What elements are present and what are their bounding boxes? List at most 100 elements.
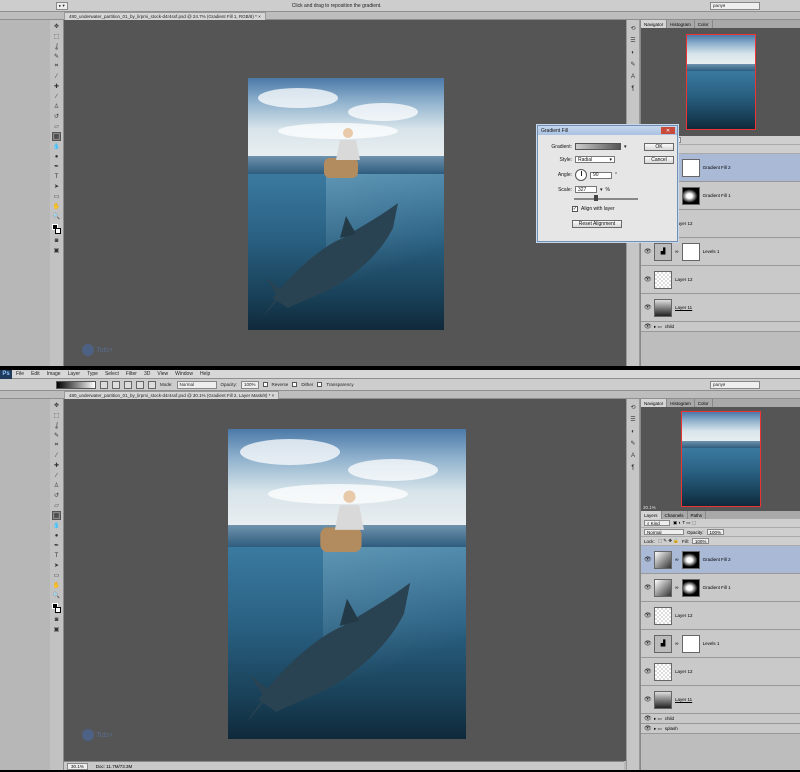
- layer-row[interactable]: 👁 Layer 11: [641, 686, 800, 714]
- document-image[interactable]: [228, 429, 466, 739]
- layer-mask-thumbnail[interactable]: [681, 634, 700, 653]
- diamond-gradient-icon[interactable]: [148, 380, 156, 389]
- adjustments-icon[interactable]: ◐: [629, 427, 638, 436]
- menu-type[interactable]: Type: [87, 371, 98, 377]
- layer-thumbnail[interactable]: ▟: [654, 634, 672, 653]
- brush-tool-icon[interactable]: ∕: [52, 471, 61, 480]
- shape-tool-icon[interactable]: ▭: [52, 571, 61, 580]
- reset-alignment-button[interactable]: Reset Alignment: [572, 220, 622, 228]
- paragraph-icon[interactable]: ¶: [629, 463, 638, 472]
- link-icon[interactable]: ∞: [675, 641, 679, 647]
- history-icon[interactable]: ⟲: [629, 403, 638, 412]
- lock-icons[interactable]: ⬚ ✎ ✥ 🔒: [658, 538, 679, 544]
- linear-gradient-icon[interactable]: [100, 380, 108, 389]
- layer-row[interactable]: 👁 ▸ ▭ splash: [641, 724, 800, 734]
- eraser-tool-icon[interactable]: ▱: [52, 501, 61, 510]
- blend-mode-select[interactable]: Normal: [644, 529, 684, 535]
- menu-edit[interactable]: Edit: [31, 371, 40, 377]
- healing-tool-icon[interactable]: ✚: [52, 461, 61, 470]
- zoom-tool-icon[interactable]: 🔍: [52, 212, 61, 221]
- fill-field[interactable]: 100%: [691, 538, 710, 544]
- navigator-thumbnail[interactable]: [685, 34, 756, 130]
- mode-select[interactable]: Normal: [176, 380, 217, 389]
- reflected-gradient-icon[interactable]: [136, 380, 144, 389]
- layer-mask-thumbnail[interactable]: [681, 186, 700, 205]
- scale-slider-knob[interactable]: [593, 195, 598, 201]
- eye-icon[interactable]: 👁: [644, 696, 652, 703]
- scale-slider[interactable]: [574, 195, 638, 201]
- document-image[interactable]: [248, 78, 444, 330]
- menu-help[interactable]: Help: [200, 371, 210, 377]
- eye-icon[interactable]: 👁: [644, 304, 652, 311]
- pen-tool-icon[interactable]: ✒: [52, 541, 61, 550]
- link-icon[interactable]: ∞: [675, 249, 679, 255]
- brush-tool-icon[interactable]: ∕: [52, 92, 61, 101]
- shape-tool-icon[interactable]: ▭: [52, 192, 61, 201]
- tab-channels[interactable]: Channels: [662, 511, 688, 519]
- folder-icon[interactable]: ▸ ▭: [654, 324, 662, 330]
- link-icon[interactable]: ∞: [675, 557, 679, 563]
- background-color[interactable]: [55, 228, 61, 234]
- pen-tool-icon[interactable]: ✒: [52, 162, 61, 171]
- filter-icons[interactable]: ▣ ◐ T ▭ ⬚: [673, 520, 696, 526]
- eye-icon[interactable]: 👁: [644, 323, 652, 330]
- eyedropper-tool-icon[interactable]: ⁄: [52, 451, 61, 460]
- brush-presets-icon[interactable]: ✎: [629, 60, 638, 69]
- properties-icon[interactable]: ☰: [629, 36, 638, 45]
- scale-dropdown-icon[interactable]: ▾: [600, 187, 603, 193]
- scale-field[interactable]: 327: [575, 186, 597, 193]
- paragraph-icon[interactable]: ¶: [629, 84, 638, 93]
- move-tool-icon[interactable]: ✥: [52, 401, 61, 410]
- move-tool-icon[interactable]: ✥: [52, 22, 61, 31]
- history-icon[interactable]: ⟲: [629, 24, 638, 33]
- menu-view[interactable]: View: [157, 371, 168, 377]
- menu-image[interactable]: Image: [47, 371, 61, 377]
- marquee-tool-icon[interactable]: ⬚: [52, 411, 61, 420]
- angle-field[interactable]: 90: [590, 171, 612, 179]
- ok-button[interactable]: OK: [644, 143, 674, 151]
- gradient-tool-icon[interactable]: ▦: [52, 511, 61, 520]
- menu-filter[interactable]: Filter: [126, 371, 137, 377]
- clone-stamp-tool-icon[interactable]: ♙: [52, 102, 61, 111]
- menu-3d[interactable]: 3D: [144, 371, 150, 377]
- layer-row[interactable]: 👁 Layer 12: [641, 602, 800, 630]
- eye-icon[interactable]: 👁: [644, 556, 652, 563]
- angle-gradient-icon[interactable]: [124, 380, 132, 389]
- angle-dial[interactable]: [575, 169, 587, 181]
- dialog-close-icon[interactable]: ✕: [661, 127, 675, 134]
- blur-tool-icon[interactable]: 💧: [52, 142, 61, 151]
- radial-gradient-icon[interactable]: [112, 380, 120, 389]
- folder-icon[interactable]: ▸ ▭: [654, 726, 662, 732]
- quick-mask-icon[interactable]: ◙: [52, 615, 61, 624]
- path-select-tool-icon[interactable]: ➤: [52, 561, 61, 570]
- eye-icon[interactable]: 👁: [644, 276, 652, 283]
- layer-mask-thumbnail[interactable]: [681, 158, 700, 177]
- background-color[interactable]: [55, 607, 61, 613]
- tab-histogram[interactable]: Histogram: [667, 399, 695, 407]
- gradient-picker[interactable]: [56, 380, 96, 389]
- opacity-field[interactable]: 100%: [241, 380, 259, 389]
- eye-icon[interactable]: 👁: [644, 612, 652, 619]
- screen-mode-icon[interactable]: ▣: [52, 625, 61, 634]
- tab-color[interactable]: Color: [695, 399, 713, 407]
- document-tab[interactable]: 480_underwater_partition_01_by_lirpmi_st…: [64, 390, 280, 399]
- marquee-tool-icon[interactable]: ⬚: [52, 32, 61, 41]
- navigator-preview[interactable]: 30.1%: [641, 407, 800, 511]
- layer-thumbnail[interactable]: [654, 662, 672, 681]
- layer-row[interactable]: 👁 Layer 12: [641, 658, 800, 686]
- layer-row[interactable]: 👁 ∞ Gradient Fill 1: [641, 574, 800, 602]
- reverse-checkbox[interactable]: [262, 382, 268, 387]
- opacity-field[interactable]: 100%: [706, 529, 725, 535]
- tab-navigator[interactable]: Navigator: [641, 399, 668, 407]
- eye-icon[interactable]: 👁: [644, 640, 652, 647]
- lasso-tool-icon[interactable]: ʆ: [52, 421, 61, 430]
- document-tab[interactable]: 480_underwater_partition_01_by_lirpmi_st…: [64, 11, 266, 20]
- quick-select-tool-icon[interactable]: ✎: [52, 52, 61, 61]
- layer-thumbnail[interactable]: [654, 270, 672, 289]
- quick-mask-icon[interactable]: ◙: [52, 236, 61, 245]
- layer-mask-thumbnail[interactable]: [681, 242, 700, 261]
- zoom-tool-icon[interactable]: 🔍: [52, 591, 61, 600]
- document-canvas-area[interactable]: Tuts+: [64, 399, 626, 761]
- crop-tool-icon[interactable]: ⌗: [52, 62, 61, 71]
- layer-thumbnail[interactable]: [654, 298, 672, 317]
